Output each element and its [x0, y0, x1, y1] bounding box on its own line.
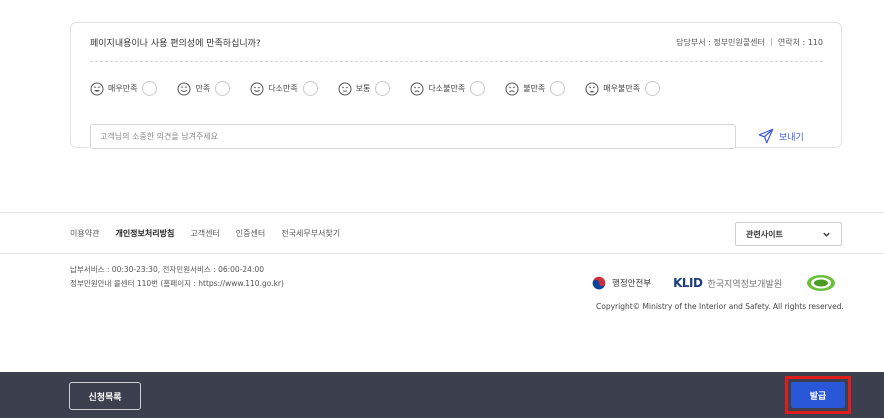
- klid-logo-text: 한국지역정보개발원: [707, 279, 783, 290]
- footer-link[interactable]: 고객센터: [190, 228, 219, 239]
- rating-label: 매우만족: [108, 84, 138, 93]
- somewhat-dissatisfied-face-icon: [410, 82, 424, 95]
- footer-link[interactable]: 전국세무부서찾기: [281, 228, 340, 239]
- very-satisfied-face-icon: [90, 82, 104, 95]
- satisfaction-survey: 페이지내용이나 사용 편의성에 만족하십니까? 담당부서 : 정부민원콜센터 연…: [70, 22, 842, 149]
- neutral-face-icon: [338, 82, 352, 95]
- footer-info: 납부서비스 : 00:30-23:30, 전자민원서비스 : 06:00-24:…: [70, 263, 284, 291]
- rating-option-somewhat-satisfied[interactable]: 다소만족: [250, 81, 318, 96]
- rating-label: 보통: [355, 84, 371, 93]
- footer-link[interactable]: 인증센터: [236, 228, 265, 239]
- service-hours-text: 납부서비스 : 00:30-23:30, 전자민원서비스 : 06:00-24:…: [70, 265, 265, 274]
- action-bar: 신청목록 발급: [0, 372, 884, 418]
- survey-question: 페이지내용이나 사용 편의성에 만족하십니까?: [90, 38, 261, 49]
- related-sites-label: 관련사이트: [746, 229, 783, 239]
- opinion-input[interactable]: [90, 124, 736, 149]
- footer-links: 이용약관 개인정보처리방침 고객센터 인증센터 전국세무부서찾기: [70, 213, 356, 253]
- paper-plane-icon: [758, 128, 774, 144]
- footer-link[interactable]: 이용약관: [70, 228, 99, 239]
- survey-contact: 담당부서 : 정부민원콜센터 연락처 : 110: [676, 37, 823, 48]
- rating-option-dissatisfied[interactable]: 불만족: [505, 81, 566, 96]
- rating-label: 매우불만족: [603, 84, 641, 93]
- footer-links-bar: 이용약관 개인정보처리방침 고객센터 인증센터 전국세무부서찾기 관련사이트: [0, 212, 884, 254]
- rating-option-satisfied[interactable]: 만족: [177, 81, 231, 96]
- mois-logo-text: 행정안전부: [612, 279, 652, 289]
- rating-radio[interactable]: [142, 81, 158, 96]
- somewhat-satisfied-face-icon: [250, 82, 264, 95]
- rating-label: 만족: [195, 84, 211, 93]
- rating-label: 다소불만족: [428, 84, 466, 93]
- klid-logo-mark: KLID: [673, 276, 703, 290]
- footer-logos: 행정안전부 KLID 한국지역정보개발원: [592, 273, 836, 293]
- issue-button-highlight: 발급: [785, 376, 851, 414]
- rating-radio[interactable]: [215, 81, 231, 96]
- rating-radio[interactable]: [375, 81, 391, 96]
- rating-label: 불만족: [523, 84, 546, 93]
- satisfied-face-icon: [177, 82, 191, 95]
- very-dissatisfied-face-icon: [585, 82, 599, 95]
- rating-radio[interactable]: [645, 81, 661, 96]
- application-list-button[interactable]: 신청목록: [69, 382, 141, 410]
- chevron-down-icon: [823, 232, 830, 237]
- copyright-text: Copyright© Ministry of the Interior and …: [596, 302, 844, 311]
- issue-button[interactable]: 발급: [791, 382, 845, 408]
- contact-text: 연락처 : 110: [777, 37, 823, 47]
- send-button[interactable]: 보내기: [757, 127, 804, 145]
- web-accessibility-mark-icon: [806, 274, 836, 292]
- dissatisfied-face-icon: [505, 82, 519, 95]
- klid-logo: KLID 한국지역정보개발원: [673, 276, 782, 290]
- rating-options: 매우만족 만족 다소만족 보통 다소불만족 불만족 매우불만족: [90, 81, 680, 96]
- survey-header: 페이지내용이나 사용 편의성에 만족하십니까? 담당부서 : 정부민원콜센터 연…: [90, 23, 823, 62]
- divider: [770, 38, 772, 46]
- rating-label: 다소만족: [268, 84, 298, 93]
- rating-option-very-satisfied[interactable]: 매우만족: [90, 81, 158, 96]
- rating-radio[interactable]: [470, 81, 486, 96]
- rating-radio[interactable]: [550, 81, 566, 96]
- rating-option-somewhat-dissatisfied[interactable]: 다소불만족: [410, 81, 486, 96]
- mois-logo: 행정안전부: [592, 276, 651, 290]
- send-label: 보내기: [779, 132, 804, 143]
- callcenter-text: 정부민원안내 콜센터 110번 (홈페이지 : https://www.110.…: [70, 279, 284, 288]
- footer-link[interactable]: 개인정보처리방침: [115, 228, 174, 239]
- rating-radio[interactable]: [302, 81, 318, 96]
- department-text: 담당부서 : 정부민원콜센터: [676, 37, 765, 47]
- rating-option-very-dissatisfied[interactable]: 매우불만족: [585, 81, 661, 96]
- related-sites-select[interactable]: 관련사이트: [735, 222, 842, 246]
- rating-option-neutral[interactable]: 보통: [338, 81, 391, 96]
- taegeuk-icon: [592, 276, 606, 290]
